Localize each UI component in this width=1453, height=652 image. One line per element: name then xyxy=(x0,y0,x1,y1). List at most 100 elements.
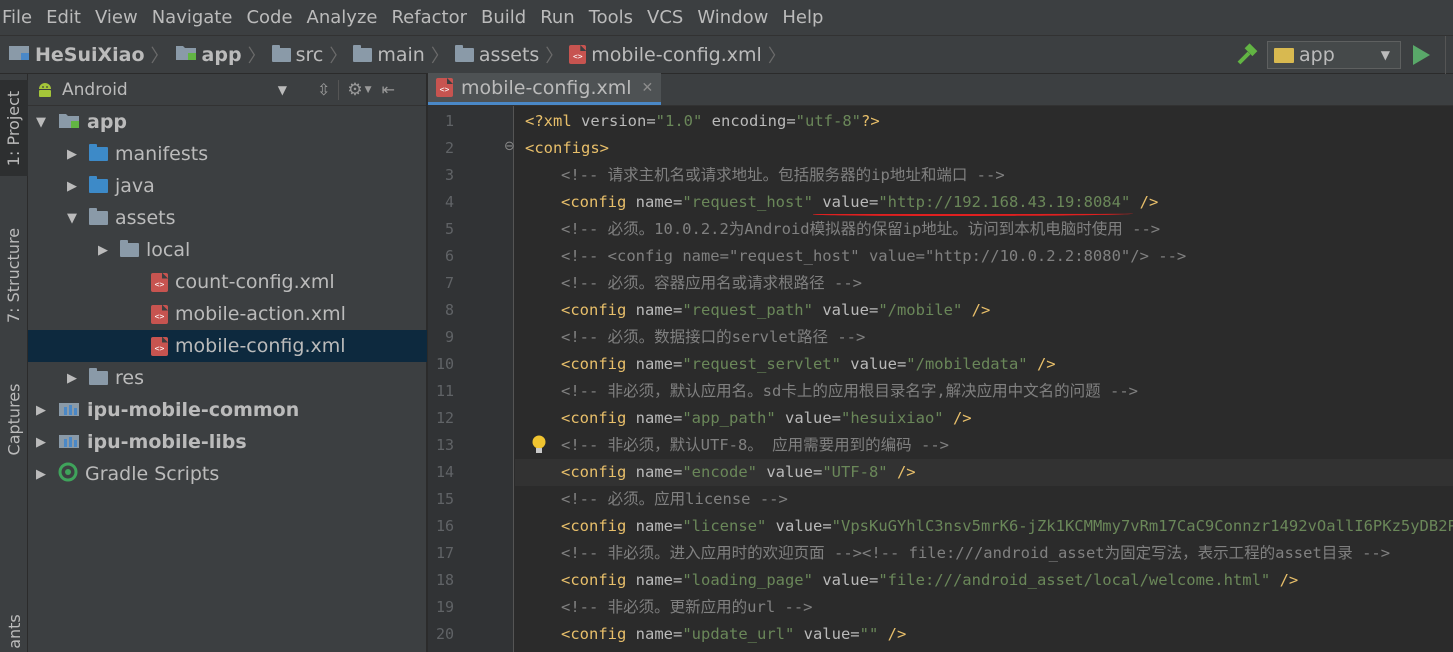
tree-item[interactable]: ▶ local xyxy=(28,234,427,266)
breadcrumb-label: mobile-config.xml xyxy=(591,43,762,66)
tool-tab-7-structure[interactable]: 7: Structure xyxy=(0,214,28,336)
code-token-attr: name= xyxy=(635,193,683,211)
expanded-arrow-icon[interactable]: ▼ xyxy=(65,211,79,226)
code-line[interactable]: <!-- 必须。数据接口的servlet路径 --> xyxy=(515,324,865,351)
tree-item[interactable]: ▶ manifests xyxy=(28,138,427,170)
menu-item-vcs[interactable]: VCS xyxy=(640,0,690,36)
code-line[interactable]: <!-- 必须。容器应用名或请求根路径 --> xyxy=(515,270,862,297)
tab-mobile-config[interactable]: <> mobile-config.xml ✕ xyxy=(428,73,662,105)
collapsed-arrow-icon[interactable]: ▶ xyxy=(34,435,48,450)
menu-item-help[interactable]: Help xyxy=(775,0,830,36)
code-token-val: "1.0" xyxy=(655,112,703,130)
tree-item[interactable]: ▶ res xyxy=(28,362,427,394)
code-line[interactable]: <config name="request_path" value="/mobi… xyxy=(515,297,990,324)
fold-icon[interactable]: ⊖ xyxy=(504,139,515,154)
breadcrumb-item[interactable]: assets 〉 xyxy=(454,42,569,68)
expanded-arrow-icon[interactable]: ▼ xyxy=(34,115,48,130)
lightbulb-icon[interactable] xyxy=(530,434,548,460)
code-line[interactable]: <!-- 非必须。更新应用的url --> xyxy=(515,594,812,621)
line-number: 6 xyxy=(444,247,454,265)
collapsed-arrow-icon[interactable]: ▶ xyxy=(34,403,48,418)
project-view-select[interactable]: Android xyxy=(62,80,128,100)
tree-item-label: app xyxy=(87,111,128,133)
collapsed-arrow-icon[interactable]: ▶ xyxy=(96,243,110,258)
left-tool-strip: 1: Project 7: Structure Captures ants xyxy=(0,74,28,652)
menu-item-build[interactable]: Build xyxy=(474,0,533,36)
menu-item-edit[interactable]: Edit xyxy=(39,0,88,36)
tree-item[interactable]: <> count-config.xml xyxy=(28,266,427,298)
tree-item[interactable]: <> mobile-config.xml xyxy=(28,330,427,362)
code-line[interactable]: <!-- 非必须，默认应用名。sd卡上的应用根目录名字,解决应用中文名的问题 -… xyxy=(515,378,1138,405)
menu-item-navigate[interactable]: Navigate xyxy=(145,0,240,36)
tree-item[interactable]: ▶ Gradle Scripts xyxy=(28,458,427,490)
line-number-gutter: 1 2 3 4 5 6 7 8 9 10 11 12 13 14 15 16 17 18 19 20 ⊖ xyxy=(428,106,515,652)
chevron-down-icon[interactable]: ▼ xyxy=(278,83,287,97)
breadcrumb-label: HeSuiXiao xyxy=(35,43,145,66)
code-token-tag: <config xyxy=(561,517,636,535)
tree-item[interactable]: ▶ java xyxy=(28,170,427,202)
toolbar-overflow[interactable] xyxy=(1445,36,1453,74)
collapsed-arrow-icon[interactable]: ▶ xyxy=(65,179,79,194)
tree-item[interactable]: ▼ app xyxy=(28,106,427,138)
menu-item-refactor[interactable]: Refactor xyxy=(384,0,474,36)
tool-tab-label: 1: Project xyxy=(4,90,24,166)
chevron-down-icon[interactable]: ▼ xyxy=(365,85,372,95)
collapsed-arrow-icon[interactable]: ▶ xyxy=(34,467,48,482)
menu-item-tools[interactable]: Tools xyxy=(582,0,640,36)
menu-item-view[interactable]: View xyxy=(88,0,145,36)
gear-icon[interactable]: ⚙ xyxy=(347,80,362,100)
folder-icon xyxy=(89,176,108,193)
tool-tab-1-project[interactable]: 1: Project xyxy=(0,80,28,176)
code-line[interactable]: <config name="request_servlet" value="/m… xyxy=(515,351,1056,378)
run-configuration-select[interactable]: app ▼ xyxy=(1267,41,1401,69)
collapsed-arrow-icon[interactable]: ▶ xyxy=(65,147,79,162)
tree-item[interactable]: <> mobile-action.xml xyxy=(28,298,427,330)
code-line[interactable]: <!-- 非必须。进入应用时的欢迎页面 --><!-- file:///andr… xyxy=(515,540,1390,567)
code-line[interactable]: <configs> xyxy=(515,135,609,162)
close-icon[interactable]: ✕ xyxy=(642,80,654,96)
code-line[interactable]: <config name="encode" value="UTF-8" /> xyxy=(515,459,1453,486)
code-token-tag: <configs> xyxy=(525,139,609,157)
code-token-attr: value= xyxy=(794,625,860,643)
tree-item[interactable]: ▼ assets xyxy=(28,202,427,234)
code-line[interactable]: <!-- 必须。10.0.2.2为Android模拟器的保留ip地址。访问到本机… xyxy=(515,216,1160,243)
code-line[interactable]: <!-- 必须。应用license --> xyxy=(515,486,788,513)
folder-icon xyxy=(271,44,291,62)
menu-item-code[interactable]: Code xyxy=(239,0,299,36)
code-line[interactable]: <config name="update_url" value="" /> xyxy=(515,621,906,648)
code-token-val: "UTF-8" xyxy=(822,463,888,481)
code-token-tag: /> xyxy=(1130,193,1159,211)
menu-item-file[interactable]: File xyxy=(0,0,39,36)
code-line[interactable]: <!-- <config name="request_host" value="… xyxy=(515,243,1186,270)
tool-tab-captures[interactable]: Captures xyxy=(0,364,28,474)
tool-tab-ants[interactable]: ants xyxy=(0,610,28,652)
breadcrumb-item[interactable]: <> mobile-config.xml 〉 xyxy=(569,42,792,68)
breadcrumb-item[interactable]: HeSuiXiao 〉 xyxy=(8,42,175,68)
breadcrumb-item[interactable]: app 〉 xyxy=(175,42,272,68)
hide-panel-icon[interactable]: ⇤ xyxy=(382,80,395,99)
code-line[interactable]: <?xml version="1.0" encoding="utf-8"?> xyxy=(515,108,880,135)
menu-item-analyze[interactable]: Analyze xyxy=(300,0,385,36)
code-token-attr: name= xyxy=(635,517,683,535)
tree-item[interactable]: ▶ ipu-mobile-libs xyxy=(28,426,427,458)
code-area[interactable]: <?xml version="1.0" encoding="utf-8"?> <c… xyxy=(515,106,1453,652)
code-token-val: "hesuixiao" xyxy=(840,409,944,427)
code-line[interactable]: <config name="license" value="VpsKuGYhlC… xyxy=(515,513,1453,540)
code-line[interactable]: <config name="app_path" value="hesuixiao… xyxy=(515,405,972,432)
line-number: 17 xyxy=(435,544,454,562)
code-line[interactable]: <config name="loading_page" value="file:… xyxy=(515,567,1298,594)
code-token-attr: name= xyxy=(635,301,683,319)
run-play-icon[interactable] xyxy=(1411,44,1431,66)
code-line[interactable]: <!-- 请求主机名或请求地址。包括服务器的ip地址和端口 --> xyxy=(515,162,1005,189)
collapse-all-icon[interactable]: ⇳ xyxy=(317,80,330,99)
menu-item-run[interactable]: Run xyxy=(533,0,582,36)
breadcrumb-item[interactable]: main 〉 xyxy=(353,42,454,68)
breadcrumb-label: app xyxy=(201,43,242,66)
menu-item-window[interactable]: Window xyxy=(690,0,775,36)
build-hammer-icon[interactable] xyxy=(1235,43,1259,67)
code-line[interactable]: <!-- 非必须，默认UTF-8。 应用需要用到的编码 --> xyxy=(515,432,949,459)
tree-item-label: Gradle Scripts xyxy=(85,463,220,485)
breadcrumb-item[interactable]: src 〉 xyxy=(271,42,354,68)
tree-item[interactable]: ▶ ipu-mobile-common xyxy=(28,394,427,426)
collapsed-arrow-icon[interactable]: ▶ xyxy=(65,371,79,386)
